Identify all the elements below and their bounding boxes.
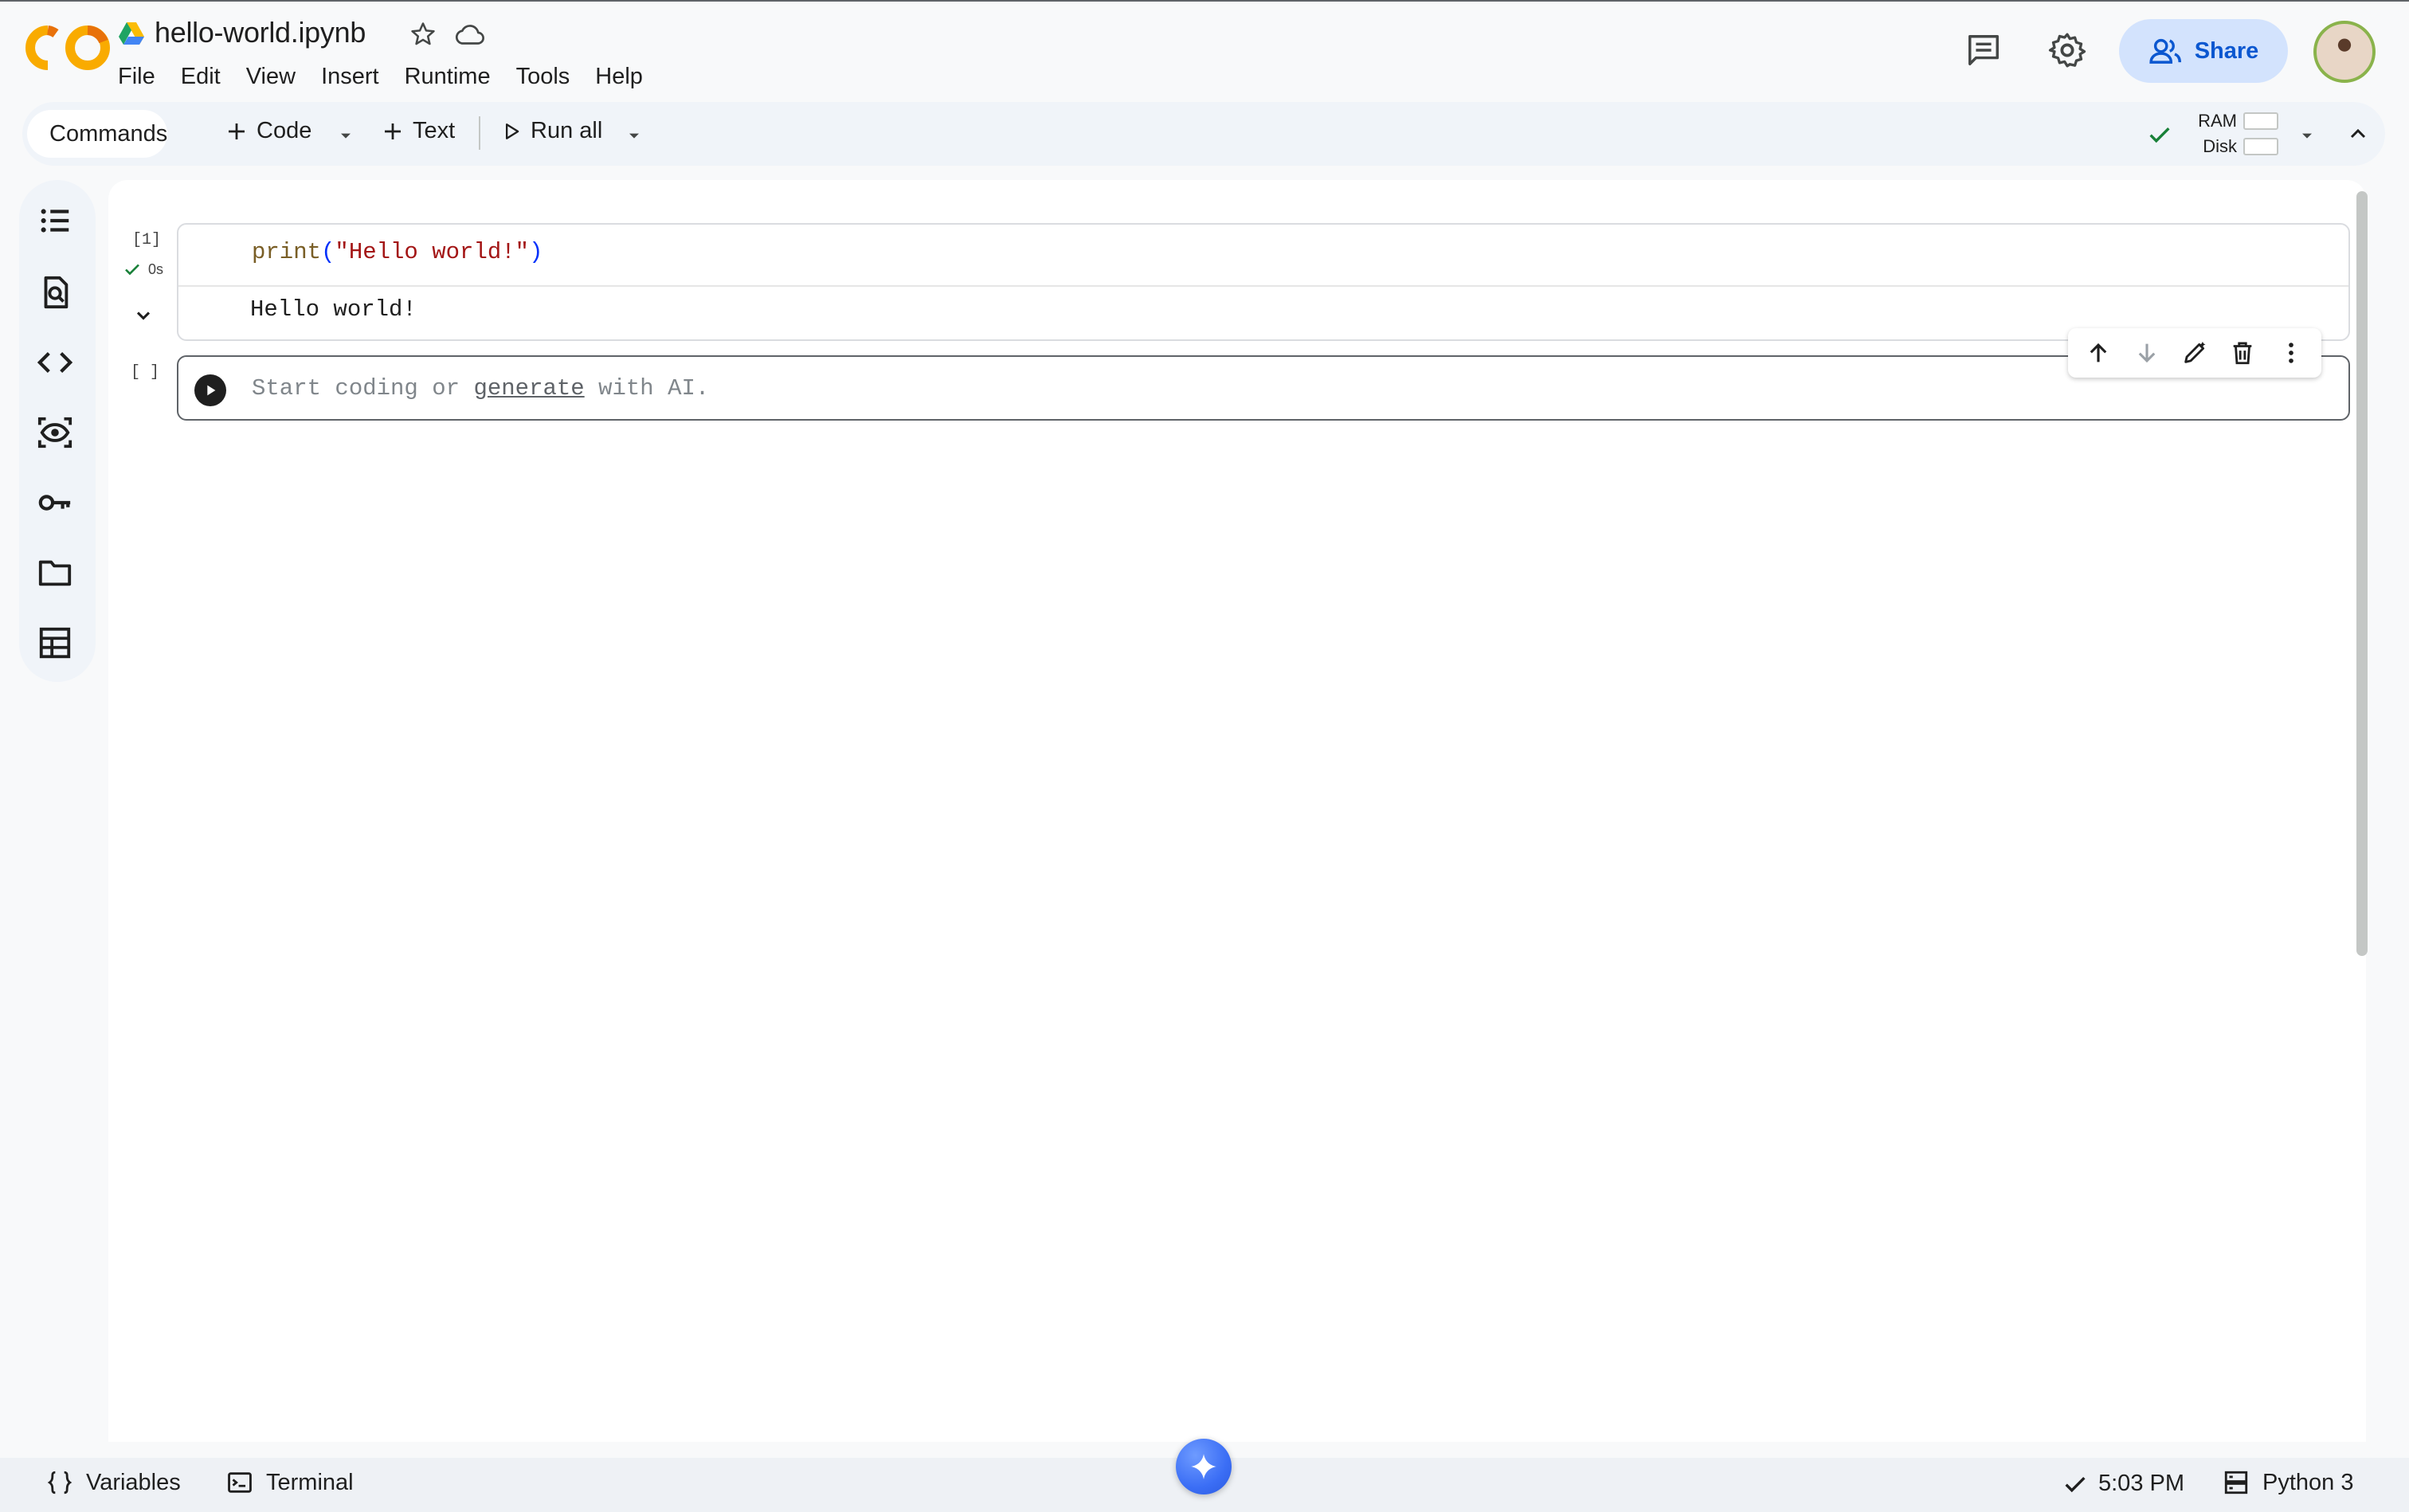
add-code-label: Code [257, 118, 312, 143]
plus-icon [229, 123, 245, 139]
code-snippets-icon[interactable] [37, 344, 76, 384]
ram-usage-bar [2243, 112, 2278, 130]
toolbar-divider [479, 116, 480, 150]
run-cell-button[interactable] [194, 374, 226, 406]
people-icon [2149, 38, 2181, 64]
run-all-dropdown-icon[interactable] [625, 126, 644, 145]
menu-tools[interactable]: Tools [516, 64, 570, 96]
menu-runtime[interactable]: Runtime [405, 64, 491, 96]
runtime-connected-check-icon [2146, 121, 2173, 148]
colab-logo[interactable] [24, 24, 118, 72]
terminal-label: Terminal [266, 1469, 354, 1495]
more-vert-icon[interactable] [2278, 339, 2305, 366]
variable-inspector-icon[interactable] [37, 414, 76, 454]
code-string-token: "Hello world!" [335, 239, 530, 265]
gemini-assistant-button[interactable] [1176, 1439, 1232, 1494]
run-all-button[interactable]: Run all [500, 118, 602, 144]
commands-label: Commands [49, 120, 168, 147]
run-all-label: Run all [531, 118, 603, 143]
gemini-spark-icon [1191, 1454, 1216, 1479]
cell-output-text: Hello world! [250, 296, 417, 323]
resource-dropdown-icon[interactable] [2297, 126, 2317, 145]
play-icon [207, 385, 216, 396]
edit-icon[interactable] [2181, 339, 2208, 366]
find-replace-icon[interactable] [37, 274, 76, 314]
share-label: Share [2194, 37, 2259, 64]
terminal-icon [228, 1472, 252, 1493]
variables-button[interactable]: Variables [46, 1469, 181, 1496]
kernel-label: Python 3 [2262, 1469, 2354, 1495]
share-button[interactable]: Share [2119, 19, 2288, 83]
cell-action-toolbar [2068, 328, 2321, 378]
add-text-label: Text [413, 118, 456, 143]
add-text-cell-button[interactable]: Text [381, 118, 455, 144]
user-avatar[interactable] [2313, 21, 2376, 83]
delete-icon[interactable] [2229, 339, 2256, 366]
notebook-title[interactable]: hello-world.ipynb [155, 16, 366, 49]
menu-help[interactable]: Help [595, 64, 643, 96]
cell-execution-count: [ ] [131, 363, 160, 382]
plus-icon [385, 123, 401, 139]
google-drive-icon [118, 21, 145, 46]
disk-usage-bar [2243, 138, 2278, 155]
runtime-server-icon [2224, 1471, 2248, 1494]
terminal-button[interactable]: Terminal [226, 1469, 354, 1496]
menu-edit[interactable]: Edit [181, 64, 221, 96]
status-check-icon [2062, 1471, 2089, 1498]
menu-view[interactable]: View [246, 64, 296, 96]
braces-icon [47, 1471, 72, 1494]
notebook-scrollbar[interactable] [2356, 191, 2368, 956]
last-run-time[interactable]: 5:03 PM [2098, 1471, 2184, 1497]
kernel-button[interactable]: Python 3 [2223, 1469, 2353, 1496]
code-function-token: print [252, 239, 322, 265]
add-code-cell-button[interactable]: Code [225, 118, 311, 144]
move-up-icon[interactable] [2085, 339, 2112, 366]
cell-code-editor[interactable]: print("Hello world!") [252, 239, 543, 265]
cell-placeholder[interactable]: Start coding or generate with AI. [252, 375, 709, 402]
table-of-contents-icon[interactable] [37, 202, 76, 242]
code-dropdown-icon[interactable] [336, 126, 355, 145]
code-paren-token: ( [321, 239, 335, 265]
ram-label: RAM [2198, 111, 2237, 131]
secrets-key-icon[interactable] [37, 484, 76, 524]
move-down-icon[interactable] [2133, 339, 2160, 366]
placeholder-text: with AI. [584, 375, 710, 402]
commands-button[interactable]: Commands [27, 110, 167, 158]
cell-execution-count: [1] [132, 231, 162, 249]
comments-icon[interactable] [1964, 32, 2003, 69]
files-folder-icon[interactable] [37, 554, 76, 594]
output-collapse-chevron-icon[interactable] [132, 304, 155, 327]
disk-label: Disk [2203, 136, 2237, 156]
cloud-saved-icon[interactable] [452, 21, 486, 49]
settings-gear-icon[interactable] [2047, 30, 2087, 70]
placeholder-text: Start coding or [252, 375, 474, 402]
variables-label: Variables [86, 1469, 181, 1495]
cell-execution-time: 0s [148, 261, 164, 277]
menu-bar: File Edit View Insert Runtime Tools Help [118, 64, 668, 96]
window-top-border [0, 0, 2409, 2]
code-paren-token: ) [529, 239, 543, 265]
generate-with-ai-link[interactable]: generate [473, 375, 584, 402]
menu-insert[interactable]: Insert [321, 64, 379, 96]
star-icon[interactable] [408, 19, 438, 49]
menu-file[interactable]: File [118, 64, 155, 96]
cell-output-divider [178, 285, 2348, 287]
chevron-up-icon[interactable] [2345, 121, 2371, 147]
data-table-icon[interactable] [37, 625, 76, 664]
execution-success-check-icon [123, 260, 142, 279]
resource-monitor[interactable]: RAM Disk [2196, 108, 2278, 159]
notebook-toolbar [22, 102, 2385, 166]
play-outline-icon [506, 123, 519, 139]
